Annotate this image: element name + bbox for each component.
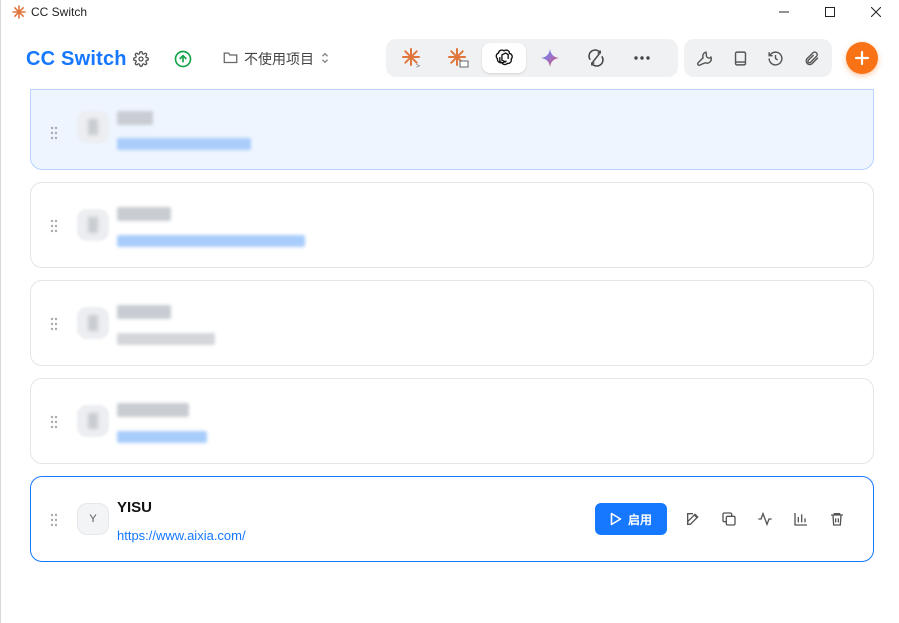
gemini-tab[interactable] bbox=[528, 43, 572, 73]
settings-gear-icon[interactable] bbox=[130, 48, 152, 70]
provider-name bbox=[117, 403, 189, 417]
add-provider-button[interactable] bbox=[846, 42, 878, 74]
activity-icon[interactable] bbox=[747, 503, 783, 535]
more-options-icon[interactable] bbox=[620, 43, 664, 73]
provider-name bbox=[117, 111, 153, 125]
title-bar: CC Switch bbox=[1, 0, 899, 24]
maximize-button[interactable] bbox=[807, 0, 853, 24]
drag-handle-icon[interactable] bbox=[50, 126, 60, 140]
app-header: CC Switch 不使用项目 > bbox=[1, 38, 899, 82]
provider-list: Y YISU https://www.aixia.com/ 启用 bbox=[30, 89, 874, 574]
brand-title: CC Switch bbox=[26, 48, 127, 70]
play-icon bbox=[610, 512, 622, 526]
enable-button[interactable]: 启用 bbox=[595, 503, 667, 535]
avatar bbox=[77, 307, 109, 339]
plus-icon bbox=[854, 50, 870, 66]
avatar bbox=[77, 111, 109, 143]
chevron-updown-icon bbox=[320, 51, 330, 67]
provider-name: YISU bbox=[117, 499, 153, 516]
avatar bbox=[77, 405, 109, 437]
drag-handle-icon[interactable] bbox=[50, 415, 60, 429]
card-actions: 启用 bbox=[595, 503, 855, 535]
sync-tab-icon[interactable] bbox=[574, 43, 618, 73]
avatar bbox=[77, 209, 109, 241]
avatar: Y bbox=[77, 503, 109, 535]
provider-url[interactable] bbox=[117, 333, 215, 345]
enable-button-label: 启用 bbox=[627, 512, 652, 527]
folder-icon bbox=[223, 51, 238, 67]
project-selector[interactable]: 不使用项目 bbox=[223, 48, 330, 70]
close-button[interactable] bbox=[853, 0, 899, 24]
provider-url[interactable]: https://www.aixia.com/ bbox=[117, 528, 246, 543]
provider-card-yisu[interactable]: Y YISU https://www.aixia.com/ 启用 bbox=[30, 476, 874, 562]
provider-card[interactable] bbox=[30, 89, 874, 170]
app-window: CC Switch CC Switch 不使用项目 > Y YISU https… bbox=[0, 0, 899, 623]
project-select-label: 不使用项目 bbox=[244, 52, 314, 68]
edit-icon[interactable] bbox=[675, 503, 711, 535]
provider-url[interactable] bbox=[117, 138, 251, 150]
svg-text:>_: >_ bbox=[416, 62, 423, 69]
app-switcher: >_ bbox=[386, 39, 678, 77]
upload-arrow-icon[interactable] bbox=[172, 48, 194, 70]
provider-name bbox=[117, 207, 171, 221]
history-icon[interactable] bbox=[759, 43, 793, 73]
tools-group bbox=[684, 39, 832, 77]
drag-handle-icon[interactable] bbox=[50, 317, 60, 331]
book-icon[interactable] bbox=[724, 43, 758, 73]
drag-handle-icon[interactable] bbox=[50, 219, 60, 233]
window-title: CC Switch bbox=[31, 5, 88, 19]
bar-chart-icon[interactable] bbox=[783, 503, 819, 535]
wrench-icon[interactable] bbox=[688, 43, 722, 73]
provider-card[interactable] bbox=[30, 182, 874, 268]
provider-card[interactable] bbox=[30, 378, 874, 464]
app-logo-icon bbox=[11, 4, 27, 20]
duplicate-icon[interactable] bbox=[711, 503, 747, 535]
provider-url[interactable] bbox=[117, 431, 207, 443]
provider-card[interactable] bbox=[30, 280, 874, 366]
trash-icon[interactable] bbox=[819, 503, 855, 535]
minimize-button[interactable] bbox=[761, 0, 807, 24]
provider-url[interactable] bbox=[117, 235, 305, 247]
openai-codex-tab[interactable] bbox=[482, 43, 526, 73]
claude-code-tab[interactable]: >_ bbox=[390, 43, 434, 73]
drag-handle-icon[interactable] bbox=[50, 513, 60, 527]
claude-desktop-tab[interactable] bbox=[436, 43, 480, 73]
provider-name bbox=[117, 305, 171, 319]
paperclip-icon[interactable] bbox=[795, 43, 829, 73]
